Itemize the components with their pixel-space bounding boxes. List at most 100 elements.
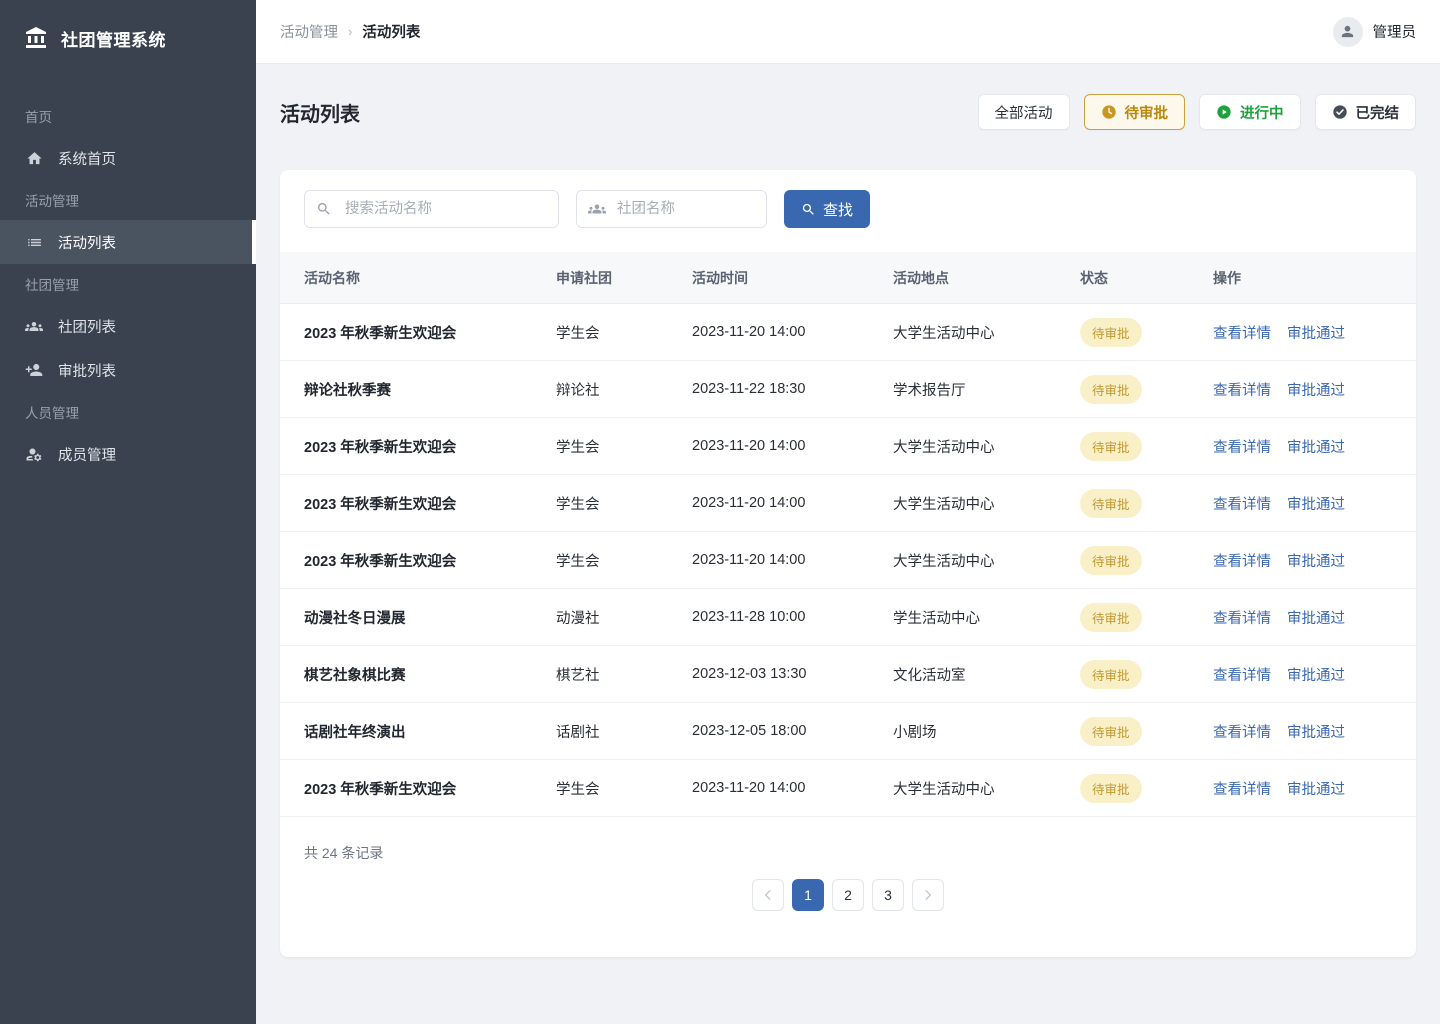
search-button[interactable]: 查找 — [784, 190, 870, 228]
user-menu[interactable]: 管理员 — [1333, 17, 1417, 47]
filter-done-button[interactable]: 已完结 — [1315, 94, 1417, 130]
person-gear-icon — [25, 445, 43, 464]
view-details-link[interactable]: 查看详情 — [1213, 721, 1271, 742]
cell-location: 小剧场 — [893, 721, 1080, 742]
filter-running-button[interactable]: 进行中 — [1199, 94, 1301, 130]
table-row: 2023 年秋季新生欢迎会 学生会 2023-11-20 14:00 大学生活动… — [280, 760, 1416, 817]
cell-time: 2023-11-28 10:00 — [692, 609, 893, 625]
sidebar-item-label: 社团列表 — [58, 316, 116, 337]
pagination-next-button[interactable] — [912, 879, 944, 911]
cell-time: 2023-12-05 18:00 — [692, 723, 893, 739]
pagination-page-button[interactable]: 1 — [792, 879, 824, 911]
check-icon — [1332, 104, 1348, 120]
view-details-link[interactable]: 查看详情 — [1213, 664, 1271, 685]
chevron-right-icon: › — [348, 24, 352, 39]
cell-time: 2023-11-20 14:00 — [692, 324, 893, 340]
pagination-prev-button[interactable] — [752, 879, 784, 911]
cell-time: 2023-11-22 18:30 — [692, 381, 893, 397]
status-badge: 待审批 — [1080, 375, 1142, 404]
cell-time: 2023-12-03 13:30 — [692, 666, 893, 682]
breadcrumb: 活动管理 › 活动列表 — [280, 21, 420, 42]
filter-pending-button[interactable]: 待审批 — [1084, 94, 1186, 130]
table-row: 2023 年秋季新生欢迎会 学生会 2023-11-20 14:00 大学生活动… — [280, 532, 1416, 589]
cell-activity-name: 动漫社冬日漫展 — [304, 607, 556, 628]
view-details-link[interactable]: 查看详情 — [1213, 550, 1271, 571]
clock-icon — [1101, 104, 1117, 120]
nav-section-activity: 活动管理 — [0, 180, 256, 220]
cell-actions: 查看详情 审批通过 — [1213, 607, 1392, 628]
status-badge: 待审批 — [1080, 603, 1142, 632]
cell-time: 2023-11-20 14:00 — [692, 495, 893, 511]
cell-location: 大学生活动中心 — [893, 322, 1080, 343]
cell-club: 话剧社 — [556, 721, 692, 742]
pagination-page-button[interactable]: 2 — [832, 879, 864, 911]
groups-icon — [25, 317, 43, 336]
cell-status: 待审批 — [1080, 546, 1213, 575]
cell-club: 学生会 — [556, 778, 692, 799]
cell-club: 辩论社 — [556, 379, 692, 400]
view-details-link[interactable]: 查看详情 — [1213, 607, 1271, 628]
page-title: 活动列表 — [280, 98, 360, 127]
sidebar-item-club-list[interactable]: 社团列表 — [0, 304, 256, 348]
sidebar-item-label: 审批列表 — [58, 360, 116, 381]
view-details-link[interactable]: 查看详情 — [1213, 436, 1271, 457]
cell-status: 待审批 — [1080, 432, 1213, 461]
filter-label: 待审批 — [1125, 102, 1169, 123]
approve-link[interactable]: 审批通过 — [1287, 550, 1345, 571]
activity-search-input[interactable] — [304, 190, 559, 228]
column-header: 操作 — [1213, 268, 1392, 288]
cell-location: 学术报告厅 — [893, 379, 1080, 400]
table-footer: 共 24 条记录 123 — [280, 817, 1416, 957]
topbar: 活动管理 › 活动列表 管理员 — [256, 0, 1440, 64]
filter-all-button[interactable]: 全部活动 — [978, 94, 1070, 130]
view-details-link[interactable]: 查看详情 — [1213, 778, 1271, 799]
cell-club: 学生会 — [556, 550, 692, 571]
view-details-link[interactable]: 查看详情 — [1213, 322, 1271, 343]
breadcrumb-parent[interactable]: 活动管理 — [280, 21, 338, 42]
page-head: 活动列表 全部活动 待审批 进行中 — [280, 64, 1416, 130]
approve-link[interactable]: 审批通过 — [1287, 379, 1345, 400]
sidebar-item-system-home[interactable]: 系统首页 — [0, 136, 256, 180]
status-badge: 待审批 — [1080, 489, 1142, 518]
sidebar: 社团管理系统 首页 系统首页 活动管理 活动列表 社团管理 社团列表 — [0, 0, 256, 1024]
column-header: 活动名称 — [304, 268, 556, 288]
sidebar-item-member-management[interactable]: 成员管理 — [0, 432, 256, 476]
cell-actions: 查看详情 审批通过 — [1213, 436, 1392, 457]
column-header: 状态 — [1080, 268, 1213, 288]
cell-time: 2023-11-20 14:00 — [692, 552, 893, 568]
cell-location: 学生活动中心 — [893, 607, 1080, 628]
user-name: 管理员 — [1373, 21, 1417, 42]
pagination-page-button[interactable]: 3 — [872, 879, 904, 911]
breadcrumb-current: 活动列表 — [362, 21, 420, 42]
app-title: 社团管理系统 — [61, 26, 166, 51]
approve-link[interactable]: 审批通过 — [1287, 664, 1345, 685]
cell-location: 大学生活动中心 — [893, 778, 1080, 799]
cell-actions: 查看详情 审批通过 — [1213, 778, 1392, 799]
bank-icon — [24, 26, 48, 50]
approve-link[interactable]: 审批通过 — [1287, 607, 1345, 628]
sidebar-item-activity-list[interactable]: 活动列表 — [0, 220, 256, 264]
cell-status: 待审批 — [1080, 660, 1213, 689]
cell-club: 学生会 — [556, 493, 692, 514]
cell-activity-name: 2023 年秋季新生欢迎会 — [304, 550, 556, 571]
table-row: 2023 年秋季新生欢迎会 学生会 2023-11-20 14:00 大学生活动… — [280, 475, 1416, 532]
view-details-link[interactable]: 查看详情 — [1213, 379, 1271, 400]
sidebar-item-approval-list[interactable]: 审批列表 — [0, 348, 256, 392]
approve-link[interactable]: 审批通过 — [1287, 493, 1345, 514]
view-details-link[interactable]: 查看详情 — [1213, 493, 1271, 514]
person-add-icon — [25, 361, 43, 379]
status-badge: 待审批 — [1080, 717, 1142, 746]
search-button-label: 查找 — [823, 199, 853, 220]
cell-activity-name: 2023 年秋季新生欢迎会 — [304, 493, 556, 514]
cell-actions: 查看详情 审批通过 — [1213, 379, 1392, 400]
table-header: 活动名称 申请社团 活动时间 活动地点 状态 操作 — [280, 252, 1416, 304]
list-icon — [25, 234, 43, 251]
approve-link[interactable]: 审批通过 — [1287, 721, 1345, 742]
approve-link[interactable]: 审批通过 — [1287, 322, 1345, 343]
approve-link[interactable]: 审批通过 — [1287, 778, 1345, 799]
approve-link[interactable]: 审批通过 — [1287, 436, 1345, 457]
cell-time: 2023-11-20 14:00 — [692, 780, 893, 796]
status-badge: 待审批 — [1080, 774, 1142, 803]
cell-location: 大学生活动中心 — [893, 436, 1080, 457]
nav-section-club: 社团管理 — [0, 264, 256, 304]
